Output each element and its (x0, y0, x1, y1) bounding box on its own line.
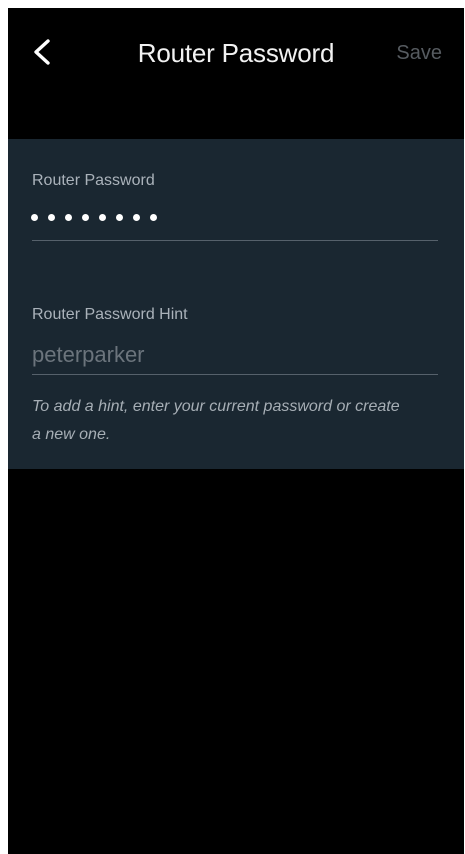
router-password-field[interactable] (31, 203, 157, 231)
password-mask-dot (133, 213, 140, 221)
password-mask-dot (31, 213, 38, 221)
password-mask-dot (82, 213, 89, 221)
router-password-label: Router Password (32, 172, 155, 189)
app-screen: Router Password Save Router Password Rou… (8, 8, 464, 854)
router-password-hint-label: Router Password Hint (32, 306, 188, 323)
save-button[interactable]: Save (396, 42, 442, 65)
router-password-hint-input[interactable] (32, 339, 438, 371)
password-mask-dot (65, 213, 72, 221)
password-mask-dot (116, 213, 123, 221)
password-mask-dot (99, 213, 106, 221)
password-mask-dot (48, 213, 55, 221)
hint-field-underline (32, 374, 438, 375)
password-mask-dot (150, 213, 157, 221)
hint-helper-text: To add a hint, enter your current passwo… (32, 398, 400, 443)
top-nav-bar: Router Password Save (8, 8, 464, 98)
password-field-underline (32, 240, 438, 241)
password-settings-panel: Router Password Router Password Hint To … (8, 139, 464, 469)
